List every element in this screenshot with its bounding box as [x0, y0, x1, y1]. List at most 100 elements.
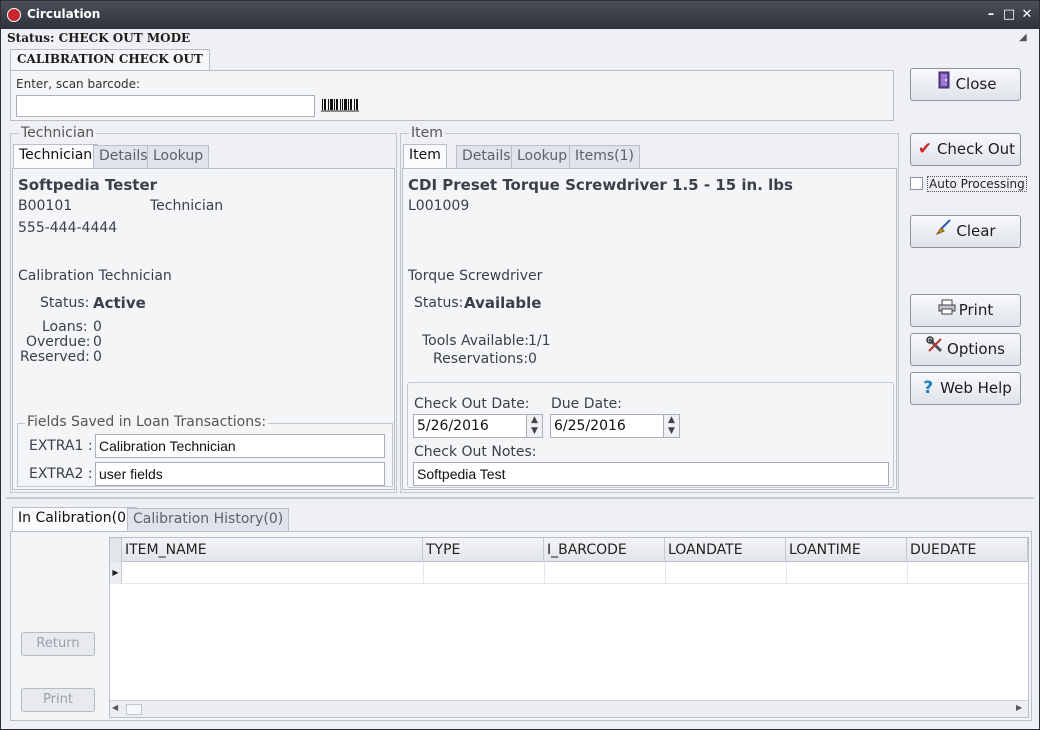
circulation-window: Circulation – □ ✕ Status: CHECK OUT MODE… [0, 0, 1040, 730]
tools-available-label: Tools Available: [422, 333, 530, 349]
tab-technician-details[interactable]: Details [93, 145, 154, 169]
technician-status-label: Status: [40, 295, 90, 311]
extra2-label: EXTRA2 : [29, 466, 93, 482]
loans-label: Loans: [42, 319, 88, 335]
tab-technician[interactable]: Technician [13, 144, 99, 169]
scroll-left-icon[interactable]: ◀ [112, 703, 118, 712]
tools-available-value: 1/1 [528, 333, 551, 349]
scroll-thumb[interactable] [126, 704, 142, 715]
scroll-right-icon[interactable]: ▶ [1016, 703, 1022, 712]
loans-value: 0 [93, 319, 102, 335]
return-button[interactable]: Return [21, 632, 95, 656]
overdue-label: Overdue: [26, 334, 91, 350]
loan-fields-group-title: Fields Saved in Loan Transactions: [25, 414, 269, 430]
technician-status-value: Active [93, 294, 146, 312]
reserved-value: 0 [93, 349, 102, 365]
checkout-date-value: 5/26/2016 [417, 418, 489, 434]
column-loandate[interactable]: LOANDATE [665, 538, 786, 562]
question-icon: ? [923, 378, 934, 398]
tab-item-details[interactable]: Details [456, 145, 517, 169]
app-icon [7, 8, 21, 22]
column-duedate[interactable]: DUEDATE [907, 538, 1028, 562]
cell-divider [423, 562, 424, 584]
technician-title: Calibration Technician [18, 268, 172, 284]
extra1-label: EXTRA1 : [29, 438, 93, 454]
technician-panel: Softpedia Tester B00101 Technician 555-4… [12, 168, 395, 490]
close-button[interactable]: Close [910, 68, 1021, 101]
maximize-icon[interactable]: □ [1001, 7, 1017, 23]
tab-technician-lookup[interactable]: Lookup [147, 145, 210, 169]
tab-in-calibration[interactable]: In Calibration(0) [12, 507, 138, 532]
auto-processing-label[interactable]: Auto Processing [927, 176, 1027, 192]
options-button[interactable]: Options [910, 333, 1021, 366]
tab-item-lookup[interactable]: Lookup [511, 145, 574, 169]
checkout-notes-input[interactable] [413, 462, 889, 486]
barcode-panel: Enter, scan barcode: [10, 70, 894, 121]
print-button[interactable]: Print [21, 688, 95, 712]
tab-calibration-check-out[interactable]: CALIBRATION CHECK OUT [10, 49, 210, 71]
technician-role: Technician [150, 198, 224, 214]
clear-button[interactable]: Clear [910, 215, 1021, 248]
column-item-name[interactable]: ITEM_NAME [122, 538, 423, 562]
extra2-input[interactable] [95, 462, 385, 486]
check-out-button[interactable]: ✔ Check Out [910, 133, 1021, 166]
check-out-button-label: Check Out [936, 140, 1016, 158]
tab-calibration-history[interactable]: Calibration History(0) [127, 508, 290, 532]
reservations-label: Reservations: [433, 351, 529, 367]
calibration-panel: Return Print ITEM_NAME TYPE I_BARCODE LO… [10, 531, 1032, 721]
column-type[interactable]: TYPE [423, 538, 544, 562]
grid-corner [110, 538, 122, 562]
grid-header: ITEM_NAME TYPE I_BARCODE LOANDATE LOANTI… [110, 538, 1028, 562]
checkout-date-spinner[interactable]: ▲ ▼ [526, 415, 542, 437]
cell-divider [907, 562, 908, 584]
item-id: L001009 [408, 198, 470, 214]
due-date-spinner[interactable]: ▲ ▼ [663, 415, 679, 437]
status-text: Status: CHECK OUT MODE [7, 31, 191, 45]
minimize-icon[interactable]: – [983, 7, 999, 23]
options-button-label: Options [947, 340, 1005, 358]
checkmark-icon: ✔ [917, 139, 933, 159]
tab-item[interactable]: Item [403, 144, 447, 169]
due-date-picker[interactable]: 6/25/2016 ▲ ▼ [550, 414, 680, 438]
cell-divider [544, 562, 545, 584]
column-i-barcode[interactable]: I_BARCODE [544, 538, 665, 562]
item-panel: CDI Preset Torque Screwdriver 1.5 - 15 i… [402, 168, 897, 490]
item-name: CDI Preset Torque Screwdriver 1.5 - 15 i… [408, 176, 793, 194]
reservations-value: 0 [528, 351, 537, 367]
close-window-icon[interactable]: ✕ [1019, 7, 1035, 23]
item-group-title: Item [409, 125, 445, 141]
checkout-date-picker[interactable]: 5/26/2016 ▲ ▼ [413, 414, 543, 438]
table-row[interactable]: ▶ [110, 562, 1028, 584]
calibration-grid: ITEM_NAME TYPE I_BARCODE LOANDATE LOANTI… [109, 537, 1029, 718]
column-loantime[interactable]: LOANTIME [786, 538, 907, 562]
window-title: Circulation [27, 7, 101, 21]
web-help-button[interactable]: ? Web Help [910, 372, 1021, 405]
item-category: Torque Screwdriver [408, 268, 543, 284]
reserved-label: Reserved: [20, 349, 90, 365]
print-receipt-button[interactable]: Print Receipt [910, 294, 1021, 349]
due-date-label: Due Date: [551, 396, 622, 412]
due-date-value: 6/25/2016 [554, 418, 626, 434]
extra1-input[interactable] [95, 434, 385, 458]
technician-group-title: Technician [19, 125, 97, 141]
barcode-input[interactable] [16, 95, 315, 117]
cell-divider [786, 562, 787, 584]
collapse-arrow-icon[interactable]: ◢ [1019, 32, 1027, 43]
overdue-value: 0 [93, 334, 102, 350]
auto-processing-checkbox[interactable] [910, 177, 923, 190]
checkout-date-label: Check Out Date: [414, 396, 530, 412]
broom-icon [935, 216, 953, 246]
tab-items-list[interactable]: Items(1) [569, 145, 640, 169]
close-button-label: Close [955, 75, 997, 93]
web-help-button-label: Web Help [940, 379, 1012, 397]
section-divider [6, 497, 1034, 499]
barcode-label: Enter, scan barcode: [16, 77, 141, 91]
technician-phone: 555-444-4444 [18, 220, 118, 236]
printer-icon [938, 295, 956, 325]
tools-icon [926, 334, 944, 364]
horizontal-scrollbar[interactable]: ◀ ▶ [110, 700, 1028, 717]
barcode-icon[interactable] [321, 98, 359, 113]
clear-button-label: Clear [956, 222, 996, 240]
item-status-value: Available [464, 294, 542, 312]
row-indicator-icon: ▶ [110, 562, 122, 584]
